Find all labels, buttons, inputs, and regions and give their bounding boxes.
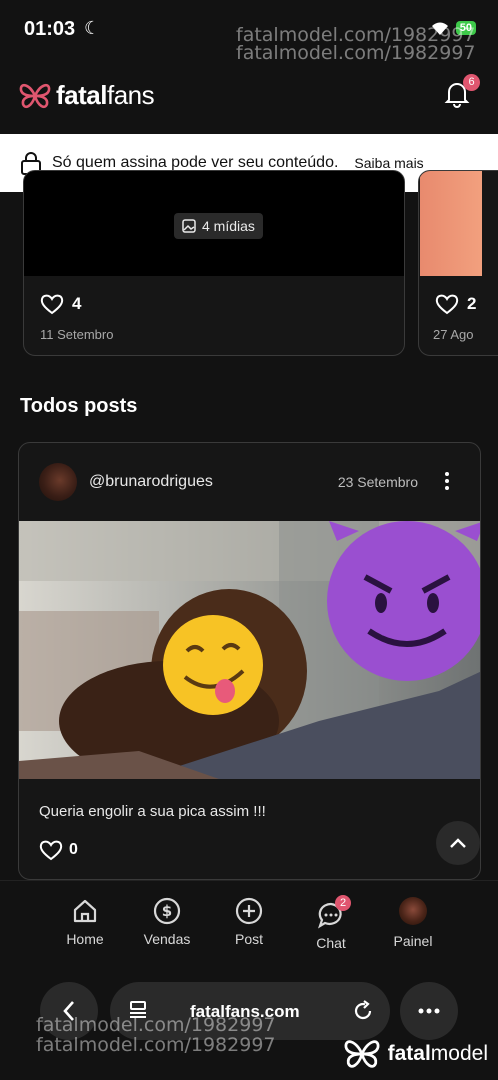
scroll-to-top-button[interactable] xyxy=(436,821,480,865)
watermark-bottom-shadow: fatalmodel.com/1982997 xyxy=(36,1034,276,1056)
more-menu-button[interactable] xyxy=(400,982,458,1040)
heart-icon xyxy=(40,294,64,315)
yum-emoji xyxy=(163,615,263,715)
notifications-button[interactable]: 6 xyxy=(444,74,480,110)
nav-sales[interactable]: $ Vendas xyxy=(127,897,207,947)
butterfly-logo-icon xyxy=(344,1040,379,1068)
post-date: 23 Setembro xyxy=(337,474,418,490)
butterfly-logo-icon xyxy=(19,83,51,108)
post-card: @brunarodrigues 23 Setembro Queria engol… xyxy=(18,442,481,880)
featured-media[interactable] xyxy=(420,171,482,276)
svg-text:$: $ xyxy=(162,902,172,920)
bottom-nav: Home $ Vendas Post 2 Chat Painel xyxy=(0,880,498,970)
reload-icon[interactable] xyxy=(352,1000,374,1022)
section-title: Todos posts xyxy=(20,395,138,417)
featured-card[interactable]: 4 mídias 4 11 Setembro xyxy=(23,170,405,356)
featured-like[interactable]: 4 xyxy=(40,293,81,315)
featured-date: 27 Ago xyxy=(433,327,474,342)
brand-text: fatalmodel xyxy=(387,1042,488,1065)
post-header: @brunarodrigues 23 Setembro xyxy=(19,443,480,521)
devil-emoji xyxy=(327,521,480,681)
status-time: 01:03 xyxy=(24,18,76,40)
heart-icon xyxy=(435,294,459,315)
post-like-button[interactable]: 0 xyxy=(39,839,78,861)
post-image[interactable] xyxy=(19,521,481,779)
featured-card[interactable]: 2 27 Ago xyxy=(418,170,498,356)
learn-more-link[interactable]: Saiba mais xyxy=(354,155,423,171)
watermark-bottom: fatalmodel.com/1982997 xyxy=(36,1014,276,1036)
chevron-up-icon xyxy=(450,838,466,848)
image-icon xyxy=(182,219,196,233)
avatar xyxy=(399,897,427,925)
media-count-badge: 4 mídias xyxy=(174,213,263,239)
fatalfans-logo[interactable]: fatalfans xyxy=(18,80,155,111)
more-options-icon[interactable] xyxy=(444,471,450,491)
moon-icon: ☾ xyxy=(84,18,101,38)
watermark-top-shadow: fatalmodel.com/1982997 xyxy=(236,42,476,64)
dollar-circle-icon: $ xyxy=(153,897,181,925)
featured-like[interactable]: 2 xyxy=(435,293,476,315)
plus-circle-icon xyxy=(235,897,263,925)
nav-post[interactable]: Post xyxy=(209,897,289,947)
post-username[interactable]: @brunarodrigues xyxy=(89,473,213,491)
avatar[interactable] xyxy=(39,463,77,501)
nav-chat[interactable]: 2 Chat xyxy=(291,895,371,951)
post-caption: Queria engolir a sua pica assim !!! xyxy=(39,803,266,820)
home-icon xyxy=(73,899,97,923)
fatalmodel-brand: fatalmodel xyxy=(342,1038,488,1070)
ellipsis-icon xyxy=(418,1008,440,1014)
logo-text: fatalfans xyxy=(56,80,155,110)
nav-dashboard[interactable]: Painel xyxy=(373,897,453,949)
featured-media[interactable]: 4 mídias xyxy=(24,171,404,276)
featured-date: 11 Setembro xyxy=(40,327,114,342)
notifications-badge: 6 xyxy=(463,74,480,91)
nav-home[interactable]: Home xyxy=(45,897,125,947)
heart-icon xyxy=(39,840,63,861)
app-header: fatalfans 6 xyxy=(0,62,498,134)
chat-badge: 2 xyxy=(335,895,351,911)
